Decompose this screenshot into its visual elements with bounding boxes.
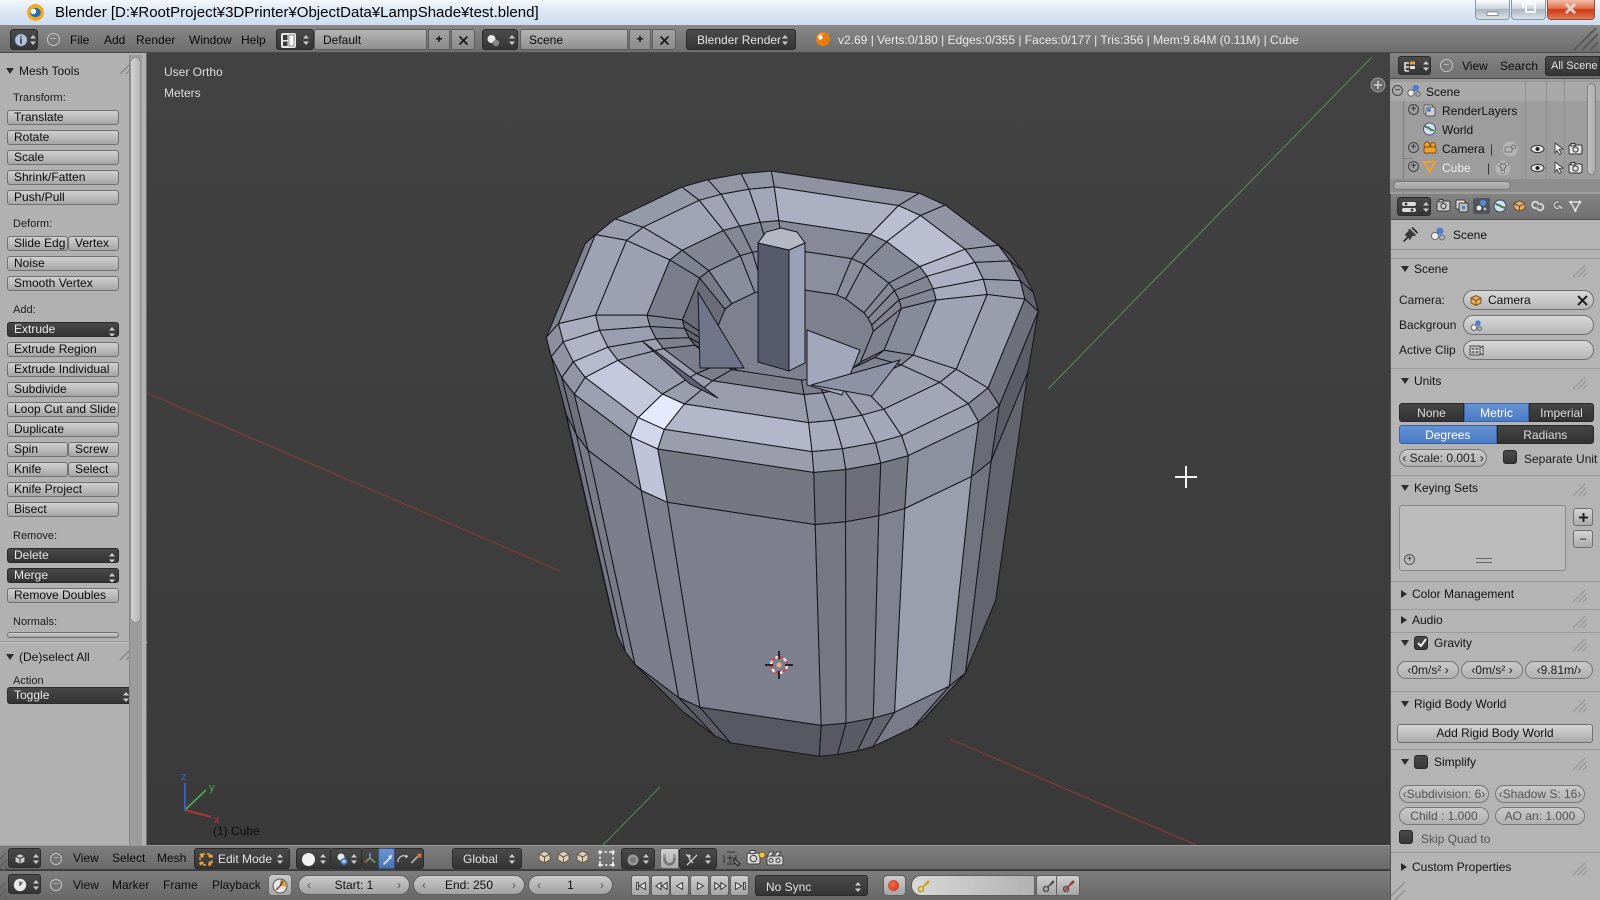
svg-text:(1) Cube: (1) Cube bbox=[213, 824, 260, 838]
svg-text:z: z bbox=[181, 771, 187, 783]
svg-text:User Ortho: User Ortho bbox=[164, 65, 223, 79]
svg-text:y: y bbox=[209, 782, 215, 794]
svg-text:Meters: Meters bbox=[164, 86, 201, 100]
svg-text:i: i bbox=[20, 36, 23, 47]
